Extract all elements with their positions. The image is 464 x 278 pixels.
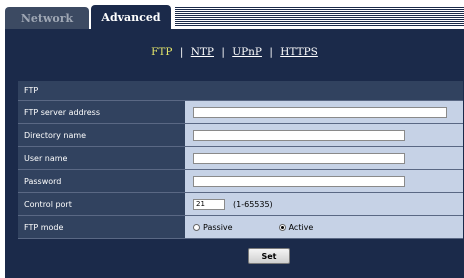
- value-cell: [185, 101, 463, 123]
- label-directory: Directory name: [18, 124, 185, 146]
- subnav-ntp-link[interactable]: NTP: [191, 46, 214, 58]
- subnav-https-link[interactable]: HTTPS: [280, 46, 318, 58]
- radio-passive-label: Passive: [203, 222, 233, 232]
- radio-active-icon: [278, 223, 286, 231]
- radio-active-label: Active: [288, 222, 314, 232]
- value-cell: [185, 147, 463, 169]
- row-password: Password: [18, 170, 463, 193]
- subnav-upnp-link[interactable]: UPnP: [232, 46, 262, 58]
- value-cell: [185, 124, 463, 146]
- ftp-settings-table: FTP FTP server address Directory name Us…: [18, 81, 463, 239]
- row-mode: FTP mode Passive Active: [18, 216, 463, 239]
- settings-panel: FTP | NTP | UPnP | HTTPS FTP FTP server …: [5, 29, 464, 278]
- label-user: User name: [18, 147, 185, 169]
- row-user: User name: [18, 147, 463, 170]
- row-server-address: FTP server address: [18, 101, 463, 124]
- user-name-input[interactable]: [193, 152, 405, 164]
- subnav-separator: |: [221, 46, 225, 58]
- section-title: FTP: [24, 86, 39, 95]
- password-input[interactable]: [193, 175, 405, 187]
- radio-passive-icon: [193, 223, 200, 231]
- tab-network[interactable]: Network: [5, 7, 89, 29]
- label-port: Control port: [18, 193, 185, 215]
- set-button[interactable]: Set: [248, 248, 290, 264]
- subnav-ftp-current: FTP: [151, 46, 173, 58]
- tab-bar-decoration: [175, 7, 464, 27]
- value-cell: Passive Active: [185, 216, 463, 238]
- label-password: Password: [18, 170, 185, 192]
- section-header: FTP: [18, 81, 463, 101]
- subnav-separator: |: [179, 46, 184, 58]
- tab-advanced[interactable]: Advanced: [91, 5, 171, 29]
- value-cell: (1-65535): [185, 193, 463, 215]
- radio-active[interactable]: Active: [278, 222, 314, 232]
- value-cell: [185, 170, 463, 192]
- subnav-separator: |: [269, 46, 273, 58]
- subnav: FTP | NTP | UPnP | HTTPS: [5, 46, 464, 58]
- row-directory: Directory name: [18, 124, 463, 147]
- row-port: Control port (1-65535): [18, 193, 463, 216]
- port-range-hint: (1-65535): [233, 199, 273, 209]
- radio-passive[interactable]: Passive: [193, 223, 233, 232]
- ftp-server-address-input[interactable]: [193, 106, 447, 118]
- label-server-address: FTP server address: [18, 101, 185, 123]
- directory-name-input[interactable]: [193, 129, 405, 141]
- label-mode: FTP mode: [18, 216, 185, 238]
- control-port-input[interactable]: [193, 198, 225, 210]
- tab-bar: Network Advanced: [5, 5, 464, 29]
